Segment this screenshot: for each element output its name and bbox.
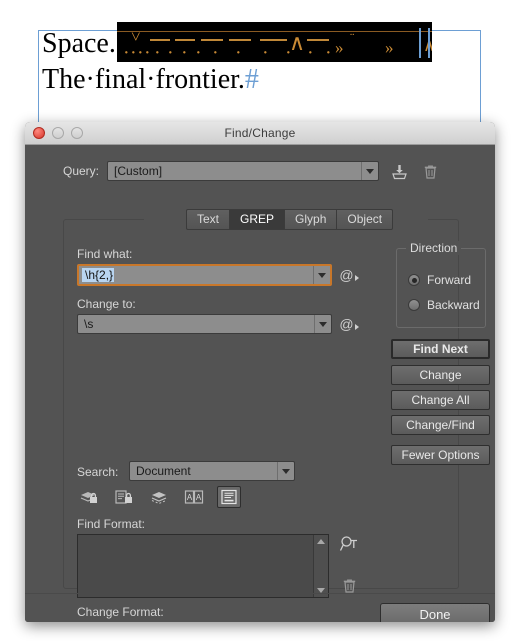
delete-query-icon	[424, 165, 436, 179]
query-label: Query:	[63, 164, 100, 178]
search-scope-arrow[interactable]	[277, 462, 294, 480]
tab-rule-icon	[150, 39, 170, 41]
include-hidden-layers-button[interactable]	[147, 486, 171, 508]
dialog-title: Find/Change	[224, 126, 296, 140]
done-button[interactable]: Done	[380, 603, 490, 622]
text-selection-highlight[interactable]: ˅ ∧ · · · · · · · · · · · · · · » ¨ » ∧	[117, 22, 432, 62]
at-menu-icon: @	[339, 316, 354, 332]
find-what-value: \h{2,}	[82, 268, 115, 282]
save-query-button[interactable]	[388, 161, 410, 181]
change-to-history-arrow[interactable]	[314, 315, 331, 333]
scroll-up-icon[interactable]	[317, 539, 325, 544]
search-scope-value: Document	[136, 464, 191, 478]
query-dropdown[interactable]: [Custom]	[107, 161, 380, 181]
tab-text[interactable]: Text	[186, 209, 231, 230]
group-frame-mask-left	[144, 213, 190, 227]
tab-grep[interactable]: GREP	[230, 209, 286, 230]
include-locked-stories-button[interactable]	[112, 486, 136, 508]
specify-attributes-icon	[339, 536, 357, 551]
chevron-down-icon	[282, 468, 290, 474]
change-to-input[interactable]: \s	[77, 314, 332, 334]
tab-glyph[interactable]: Glyph	[285, 209, 338, 230]
change-format-label: Change Format:	[77, 605, 164, 619]
save-query-icon	[391, 164, 407, 179]
include-locked-layers-button[interactable]	[77, 486, 101, 508]
clear-attributes-icon	[343, 579, 355, 593]
include-locked-layers-icon	[80, 492, 97, 503]
direction-backward-option[interactable]: Backward	[408, 298, 480, 312]
include-hidden-layers-icon	[151, 492, 167, 505]
tab-rule-icon	[307, 39, 329, 41]
tab-rule-icon	[201, 39, 223, 41]
direction-forward-label: Forward	[427, 273, 472, 287]
find-format-clear-button[interactable]	[337, 564, 361, 594]
query-value: [Custom]	[114, 164, 163, 178]
change-to-value: \s	[84, 317, 94, 331]
direction-group	[396, 248, 486, 328]
delete-query-button[interactable]	[419, 161, 441, 181]
chevron-down-icon	[366, 168, 375, 174]
text-cursor	[419, 28, 430, 58]
change-find-button[interactable]: Change/Find	[391, 415, 490, 435]
dialog-titlebar[interactable]: Find/Change	[25, 122, 495, 145]
find-what-label: Find what:	[77, 247, 133, 261]
include-footnotes-button[interactable]	[217, 486, 241, 508]
direction-legend: Direction	[406, 241, 462, 255]
change-button[interactable]: Change	[391, 365, 490, 385]
tab-rule-icon	[175, 39, 195, 41]
find-format-actions	[337, 534, 361, 594]
change-to-special-chars-button[interactable]: @	[338, 314, 360, 334]
include-locked-stories-icon	[115, 490, 132, 504]
tab-rule-icon	[260, 39, 287, 41]
change-all-button[interactable]: Change All	[391, 390, 490, 410]
document-line-2: The·final·frontier.#	[42, 62, 482, 98]
chevron-down-icon	[319, 321, 327, 327]
include-footnotes-icon	[221, 489, 237, 505]
change-to-label: Change to:	[77, 297, 136, 311]
search-scope-label: Search:	[77, 465, 119, 479]
chevron-right-icon	[354, 323, 359, 330]
find-format-scrollbar[interactable]	[313, 535, 328, 597]
include-master-pages-button[interactable]: A A	[182, 486, 206, 508]
chevron-down-icon	[318, 272, 326, 278]
search-options-toolbar: A A	[77, 486, 241, 508]
query-row: Query: [Custom]	[63, 161, 441, 181]
document-line-1-text: Space.	[42, 28, 116, 59]
document-line-2-text: The·final·frontier.	[42, 64, 245, 95]
find-next-button[interactable]: Find Next	[391, 339, 490, 359]
direction-forward-option[interactable]: Forward	[408, 273, 471, 287]
query-dropdown-arrow[interactable]	[361, 162, 378, 180]
svg-text:A: A	[187, 493, 193, 502]
radio-forward-icon[interactable]	[408, 274, 420, 286]
search-mode-tabs: Text GREP Glyph Object	[186, 209, 394, 230]
fewer-options-button[interactable]: Fewer Options	[391, 445, 490, 465]
at-menu-icon: @	[339, 267, 354, 283]
find-what-history-arrow[interactable]	[313, 266, 330, 284]
tab-arrow-icon: »	[385, 38, 394, 57]
find-format-specify-button[interactable]	[337, 534, 361, 564]
footer-divider	[25, 593, 495, 594]
find-format-box[interactable]	[77, 534, 329, 598]
hidden-characters-glyphs: ˅ ∧ · · · · · · · · · · · · · · » ¨ » ∧	[117, 22, 432, 62]
include-master-pages-icon: A A	[184, 490, 204, 504]
find-what-special-chars-button[interactable]: @	[338, 265, 360, 285]
tab-arrow-icon: »	[335, 38, 344, 57]
end-of-story-marker: #	[244, 64, 259, 95]
search-scope-dropdown[interactable]: Document	[129, 461, 295, 481]
find-format-label: Find Format:	[77, 517, 146, 531]
dialog-body: Query: [Custom] Text GREP Glyph Object F…	[25, 145, 495, 622]
tab-object[interactable]: Object	[337, 209, 394, 230]
screenshot-root: Space. The·final·frontier.# ˅ ∧ · · · · …	[0, 0, 523, 641]
chevron-right-icon	[354, 274, 359, 281]
double-quote-marker: ¨	[350, 30, 355, 45]
find-change-dialog: Find/Change Query: [Custom] Text GREP Gl…	[25, 122, 495, 622]
radio-backward-icon[interactable]	[408, 299, 420, 311]
tab-rule-icon	[229, 39, 251, 41]
svg-text:A: A	[196, 493, 202, 502]
find-what-input[interactable]: \h{2,}	[77, 264, 332, 286]
direction-backward-label: Backward	[427, 298, 480, 312]
